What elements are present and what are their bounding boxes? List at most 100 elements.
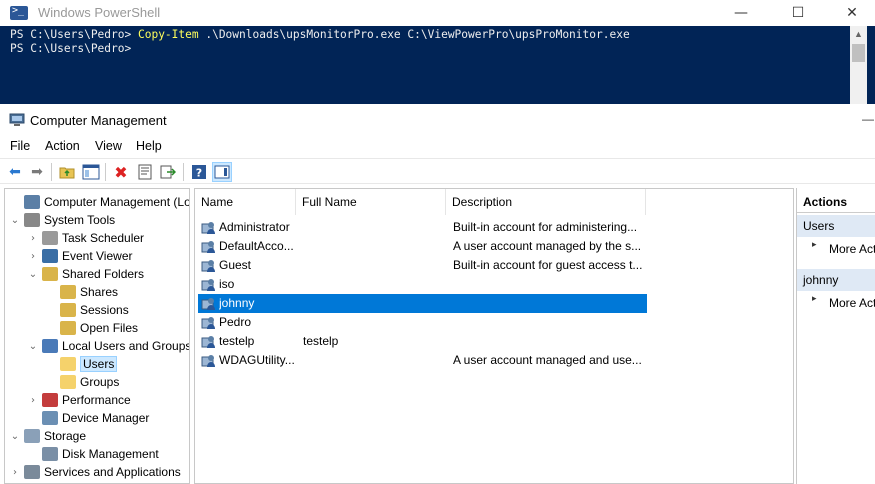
chevron-right-icon: ▸ xyxy=(812,240,817,250)
tree-node-label: Storage xyxy=(44,429,87,443)
tree-node[interactable]: Computer Management (Local xyxy=(9,193,189,211)
properties-icon[interactable] xyxy=(135,162,155,182)
table-row[interactable]: iso xyxy=(198,275,647,294)
menu-view[interactable]: View xyxy=(95,139,122,153)
minimize-button[interactable]: — xyxy=(862,112,874,126)
tree-node[interactable]: › Task Scheduler xyxy=(27,229,144,247)
powershell-console[interactable]: PS C:\Users\Pedro> Copy-Item .\Downloads… xyxy=(0,26,850,104)
tree-node-label: Device Manager xyxy=(62,411,150,425)
menu-file[interactable]: File xyxy=(10,139,30,153)
actions-title: Actions xyxy=(797,191,875,213)
user-name-cell: Guest xyxy=(219,258,252,272)
tree-node[interactable]: ⌄ Local Users and Groups xyxy=(27,337,189,355)
users-list: Name Full Name Description Administrator… xyxy=(194,188,794,484)
tree-node-label: Performance xyxy=(62,393,131,407)
column-header-full-name[interactable]: Full Name xyxy=(296,189,446,215)
tree-node[interactable]: Sessions xyxy=(45,301,129,319)
column-header-name[interactable]: Name xyxy=(195,189,296,215)
toolbar-separator xyxy=(183,163,184,181)
tree-node[interactable]: › Performance xyxy=(27,391,131,409)
shared-folder-icon xyxy=(60,285,76,299)
svg-text:?: ? xyxy=(196,167,202,180)
more-actions-link[interactable]: More Act xyxy=(829,296,875,310)
tree-node[interactable]: ⌄ System Tools xyxy=(9,211,115,229)
performance-icon xyxy=(42,393,58,407)
chevron-down-icon[interactable]: ⌄ xyxy=(9,431,21,442)
storage-icon xyxy=(24,429,40,443)
scrollbar-thumb[interactable] xyxy=(852,44,865,62)
console-command: Copy-Item xyxy=(137,28,199,41)
table-row[interactable]: johnny xyxy=(198,294,647,313)
table-row[interactable]: WDAGUtility... A user account managed and… xyxy=(198,351,647,370)
show-hide-tree-icon[interactable] xyxy=(81,162,101,182)
table-row[interactable]: Guest Built-in account for guest access t… xyxy=(198,256,647,275)
toolbar-separator xyxy=(51,163,52,181)
powershell-window: Windows PowerShell — ☐ ✕ PS C:\Users\Ped… xyxy=(0,0,875,104)
tree-node-label: Task Scheduler xyxy=(62,231,145,245)
tree-node[interactable]: › Services and Applications xyxy=(9,463,181,481)
user-name-cell: iso xyxy=(219,277,235,291)
table-row[interactable]: testelp testelp xyxy=(198,332,647,351)
table-row[interactable]: Administrator Built-in account for admini… xyxy=(198,218,647,237)
tree-node-label: Shares xyxy=(80,285,119,299)
minimize-button[interactable]: — xyxy=(718,0,764,26)
export-list-icon[interactable] xyxy=(158,162,178,182)
user-icon xyxy=(201,258,217,273)
tree-node[interactable]: Groups xyxy=(45,373,119,391)
column-header-description[interactable]: Description xyxy=(446,189,646,215)
user-name-cell: DefaultAcco... xyxy=(219,239,294,253)
menu-action[interactable]: Action xyxy=(45,139,80,153)
close-button[interactable]: ✕ xyxy=(829,0,875,26)
chevron-right-icon[interactable]: › xyxy=(27,233,39,244)
device-manager-icon xyxy=(42,411,58,425)
user-icon xyxy=(201,353,217,368)
chevron-right-icon[interactable]: › xyxy=(27,395,39,406)
navigation-tree[interactable]: Computer Management (Local ⌄ System Tools ›… xyxy=(4,188,190,484)
scroll-up-arrow-icon[interactable]: ▲ xyxy=(854,29,863,39)
show-hide-action-pane-icon[interactable] xyxy=(212,162,232,182)
chevron-down-icon[interactable]: ⌄ xyxy=(27,341,39,352)
more-actions-link[interactable]: More Act xyxy=(829,242,875,256)
tree-node[interactable]: ⌄ Shared Folders xyxy=(27,265,144,283)
cm-title: Computer Management xyxy=(30,113,167,128)
back-arrow-icon[interactable]: ⬅ xyxy=(5,162,25,182)
up-folder-icon[interactable] xyxy=(57,162,77,182)
tree-node[interactable]: Users xyxy=(45,355,118,373)
tree-node[interactable]: Open Files xyxy=(45,319,138,337)
computer-management-icon xyxy=(9,113,25,126)
user-icon xyxy=(201,277,217,292)
tree-node[interactable]: Device Manager xyxy=(27,409,149,427)
tree-node[interactable]: Shares xyxy=(45,283,118,301)
toolbar-separator xyxy=(105,163,106,181)
console-args: .\Downloads\upsMonitorPro.exe C:\ViewPow… xyxy=(198,28,630,41)
chevron-down-icon[interactable]: ⌄ xyxy=(9,215,21,226)
actions-group-header[interactable]: Users xyxy=(797,215,875,237)
tree-node-label: Event Viewer xyxy=(62,249,133,263)
maximize-button[interactable]: ☐ xyxy=(775,0,821,26)
table-row[interactable]: Pedro xyxy=(198,313,647,332)
powershell-icon xyxy=(10,5,28,20)
delete-icon[interactable]: ✖ xyxy=(111,162,131,182)
user-name-cell: WDAGUtility... xyxy=(219,353,295,367)
tree-node[interactable]: Disk Management xyxy=(27,445,159,463)
help-icon[interactable]: ? xyxy=(189,162,209,182)
user-icon xyxy=(201,220,217,235)
forward-arrow-icon[interactable]: ➡ xyxy=(27,162,47,182)
tree-node[interactable]: ⌄ Storage xyxy=(9,427,86,445)
chevron-right-icon[interactable]: › xyxy=(9,467,21,478)
chevron-right-icon[interactable]: › xyxy=(27,251,39,262)
user-description-cell: A user account managed by the s... xyxy=(453,239,642,253)
user-description-cell: Built-in account for guest access t... xyxy=(453,258,643,272)
computer-management-icon xyxy=(24,195,40,209)
tree-node-label: Disk Management xyxy=(62,447,159,461)
folder-icon xyxy=(60,357,76,371)
user-full-name-cell: testelp xyxy=(303,334,339,348)
actions-group-header[interactable]: johnny xyxy=(797,269,875,291)
shared-folder-icon xyxy=(60,321,76,335)
chevron-down-icon[interactable]: ⌄ xyxy=(27,269,39,280)
chevron-right-icon: ▸ xyxy=(812,294,817,304)
console-scrollbar[interactable]: ▲ xyxy=(850,26,867,104)
table-row[interactable]: DefaultAcco... A user account managed by … xyxy=(198,237,647,256)
tree-node[interactable]: › Event Viewer xyxy=(27,247,132,265)
menu-help[interactable]: Help xyxy=(136,139,162,153)
